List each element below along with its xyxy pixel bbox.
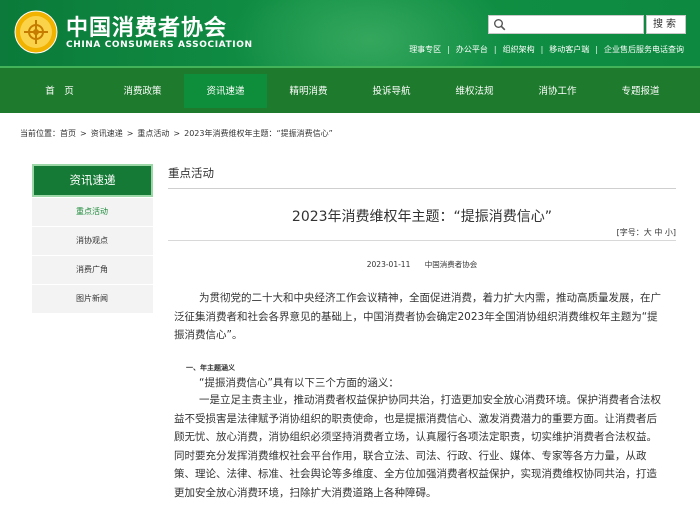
nav-item-home[interactable]: 首 页 <box>18 74 101 108</box>
nav-item-regulations[interactable]: 维权法规 <box>433 74 516 108</box>
search-button[interactable]: 搜索 <box>646 15 686 34</box>
breadcrumb: 当前位置：首页 > 资讯速递 > 重点活动 >2023年消费维权年主题：“提振消费信心” <box>20 128 333 139</box>
separator: | <box>595 45 598 54</box>
article-paragraph: “提振消费信心”具有以下三个方面的涵义： <box>199 377 399 389</box>
section-title: 重点活动 <box>168 166 214 180</box>
meta-divider <box>168 240 676 241</box>
cca-logo-icon[interactable] <box>14 10 58 54</box>
breadcrumb-prefix: 当前位置： <box>20 129 60 138</box>
article-meta: 2023-01-11 中国消费者协会 <box>168 259 676 270</box>
nav-item-news[interactable]: 资讯速递 <box>184 74 267 108</box>
nav-item-smart-consumption[interactable]: 精明消费 <box>267 74 350 108</box>
nav-item-work[interactable]: 消协工作 <box>516 74 599 108</box>
top-link-council[interactable]: 理事专区 <box>409 44 441 55</box>
sidebar-item-consumption-lens[interactable]: 消费广角 <box>32 256 153 284</box>
separator: | <box>540 45 544 54</box>
main-nav: 首 页 消费政策 资讯速递 精明消费 投诉导航 维权法规 消协工作 专题报道 <box>0 66 700 113</box>
nav-item-policy[interactable]: 消费政策 <box>101 74 184 108</box>
section-divider <box>168 188 676 189</box>
header-glow <box>230 0 510 66</box>
nav-top-line <box>0 66 700 68</box>
breadcrumb-home[interactable]: 首页 <box>60 129 76 138</box>
sidebar-item-key-events[interactable]: 重点活动 <box>32 198 153 226</box>
breadcrumb-separator: > <box>80 129 87 138</box>
site-header: 中国消费者协会 CHINA CONSUMERS ASSOCIATION 搜索 理… <box>0 0 700 66</box>
breadcrumb-news[interactable]: 资讯速递 <box>91 129 123 138</box>
nav-item-complaint[interactable]: 投诉导航 <box>350 74 433 108</box>
sidebar: 资讯速递 重点活动 消协观点 消费广角 图片新闻 <box>32 164 153 313</box>
breadcrumb-separator: > <box>173 129 181 138</box>
search-icon <box>494 19 506 31</box>
brand-name[interactable]: 中国消费者协会 <box>66 10 227 42</box>
brand-name-english: CHINA CONSUMERS ASSOCIATION <box>66 40 253 50</box>
article-title: 2023年消费维权年主题：“提振消费信心” <box>291 209 553 225</box>
font-size-control[interactable]: [字号：大 中 小] <box>617 227 676 238</box>
sidebar-item-photo-news[interactable]: 图片新闻 <box>32 285 153 313</box>
breadcrumb-key-events[interactable]: 重点活动 <box>137 129 169 138</box>
top-links: 理事专区 | 办公平台 | 组织架构 | 移动客户端 | 企业售后服务电话查询 <box>409 44 684 55</box>
article-date: 2023-01-11 <box>366 260 411 269</box>
search-input[interactable] <box>509 17 641 32</box>
separator: | <box>447 45 450 54</box>
top-link-mobile[interactable]: 移动客户端 <box>549 44 589 55</box>
top-link-structure[interactable]: 组织架构 <box>503 44 535 55</box>
sidebar-title: 资讯速递 <box>32 164 153 197</box>
article-subheading: 一、年主题涵义 <box>186 364 235 372</box>
top-link-office[interactable]: 办公平台 <box>456 44 488 55</box>
sidebar-item-opinions[interactable]: 消协观点 <box>32 227 153 255</box>
nav-item-special[interactable]: 专题报道 <box>599 74 682 108</box>
article-source: 中国消费者协会 <box>424 260 478 269</box>
article-paragraph: 为贯彻党的二十大和中央经济工作会议精神，全面促进消费，着力扩大内需，推动高质量发… <box>174 292 661 341</box>
article-paragraph: 一是立足主责主业，推动消费者权益保护协同共治，打造更加安全放心消费环境。保护消费… <box>174 394 661 499</box>
top-link-service-phone[interactable]: 企业售后服务电话查询 <box>604 44 684 55</box>
search-box <box>488 15 644 34</box>
breadcrumb-current: 2023年消费维权年主题：“提振消费信心” <box>184 129 333 138</box>
separator: | <box>493 45 497 54</box>
breadcrumb-separator: > <box>126 129 134 138</box>
